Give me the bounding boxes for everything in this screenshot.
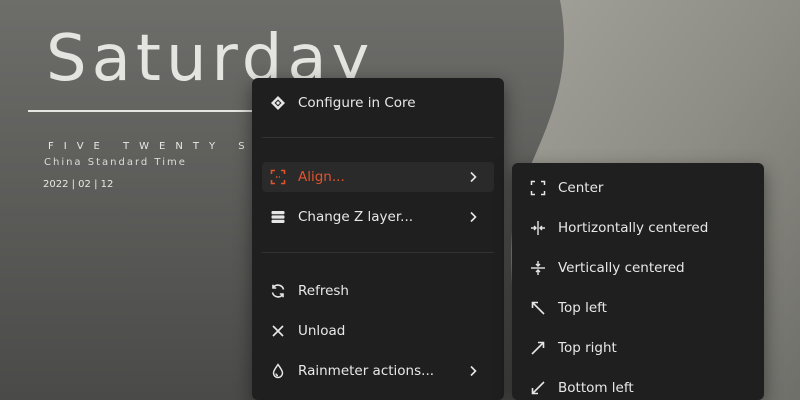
menu-item-label: Configure in Core	[298, 95, 416, 111]
vertical-center-icon	[530, 260, 546, 276]
menu-item-label: Refresh	[298, 283, 349, 299]
chevron-right-icon	[466, 364, 480, 378]
align-icon	[270, 169, 286, 185]
submenu-item-horizontally-centered[interactable]: Hortizontally centered	[522, 213, 754, 243]
horizontal-center-icon	[530, 220, 546, 236]
submenu-item-label: Bottom left	[558, 380, 634, 396]
clock-timezone: China Standard Time	[44, 157, 187, 168]
submenu-item-label: Top right	[558, 340, 617, 356]
menu-separator	[262, 252, 494, 253]
submenu-item-label: Vertically centered	[558, 260, 685, 276]
menu-item-label: Change Z layer...	[298, 209, 414, 225]
submenu-item-label: Hortizontally centered	[558, 220, 709, 236]
menu-item-align[interactable]: Align...	[262, 162, 494, 192]
chevron-right-icon	[466, 170, 480, 184]
menu-item-refresh[interactable]: Refresh	[262, 276, 494, 306]
submenu-item-top-left[interactable]: Top left	[522, 293, 754, 323]
layers-icon	[270, 209, 286, 225]
clock-date: 2022 | 02 | 12	[43, 179, 114, 190]
arrow-bottom-left-icon	[530, 380, 546, 396]
submenu-item-top-right[interactable]: Top right	[522, 333, 754, 363]
menu-item-label: Rainmeter actions...	[298, 363, 435, 379]
core-icon	[270, 95, 286, 111]
menu-item-configure-core[interactable]: Configure in Core	[262, 88, 494, 118]
arrow-top-right-icon	[530, 340, 546, 356]
clock-time-words: FIVE TWENTY S	[48, 141, 255, 152]
submenu-item-label: Top left	[558, 300, 607, 316]
context-menu: Configure in Core Align... Change Z laye…	[252, 78, 504, 400]
chevron-right-icon	[466, 210, 480, 224]
menu-item-rainmeter-actions[interactable]: Rainmeter actions...	[262, 356, 494, 386]
menu-item-label: Align...	[298, 169, 345, 185]
arrow-top-left-icon	[530, 300, 546, 316]
menu-separator	[262, 137, 494, 138]
submenu-item-bottom-left[interactable]: Bottom left	[522, 373, 754, 400]
refresh-icon	[270, 283, 286, 299]
menu-item-unload[interactable]: Unload	[262, 316, 494, 346]
drop-icon	[270, 363, 286, 379]
menu-item-label: Unload	[298, 323, 346, 339]
clock-divider	[28, 110, 264, 112]
center-frame-icon	[530, 180, 546, 196]
submenu-item-vertically-centered[interactable]: Vertically centered	[522, 253, 754, 283]
submenu-item-center[interactable]: Center	[522, 173, 754, 203]
submenu-item-label: Center	[558, 180, 604, 196]
close-icon	[270, 323, 286, 339]
align-submenu: Center Hortizontally centered Vertically…	[512, 163, 764, 400]
menu-item-change-z-layer[interactable]: Change Z layer...	[262, 202, 494, 232]
